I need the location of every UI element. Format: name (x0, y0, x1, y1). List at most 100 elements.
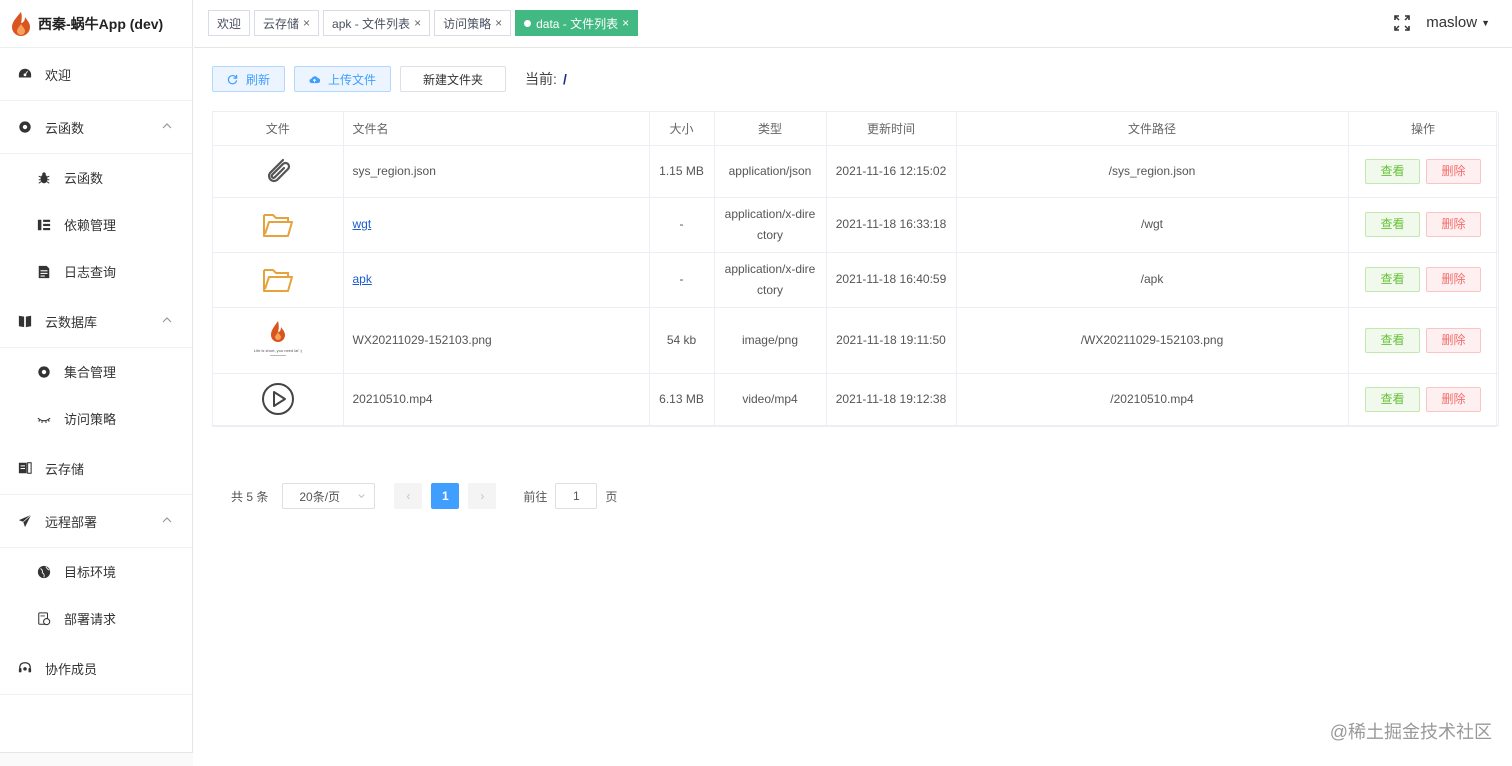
file-icon-cell[interactable] (213, 197, 344, 253)
tab-welcome[interactable]: 欢迎 (208, 10, 251, 36)
file-icon-cell[interactable] (213, 252, 344, 308)
page-number-1[interactable]: 1 (431, 483, 460, 509)
top-right-controls: maslow ▼ (1394, 14, 1490, 31)
sidebar-item-label: 协作成员 (45, 661, 98, 677)
refresh-label: 刷新 (246, 72, 271, 87)
column-header-type: 类型 (714, 112, 827, 146)
goto-page-input[interactable]: 1 (555, 483, 598, 509)
delete-button[interactable]: 删除 (1426, 158, 1481, 184)
sidebar-group-database[interactable]: 云数据库 (0, 295, 192, 348)
file-size: 6.13 MB (649, 373, 715, 426)
upload-label: 上传文件 (328, 72, 377, 87)
actions-cell: 查看 删除 (1348, 145, 1499, 198)
folder-link[interactable]: apk (353, 272, 372, 286)
file-size: - (649, 197, 715, 253)
view-button[interactable]: 查看 (1365, 158, 1420, 184)
file-size: 54 kb (649, 307, 715, 374)
page-suffix: 页 (605, 489, 618, 504)
sidebar-item-policies[interactable]: 访问策略 (0, 395, 192, 442)
page-size-select[interactable]: 20条/页 (282, 483, 376, 509)
play-icon (261, 383, 294, 415)
tab-data-files[interactable]: data - 文件列表 × (515, 10, 639, 36)
sidebar-submenu-database: 集合管理 访问策略 (0, 348, 192, 442)
file-path: /sys_region.json (956, 145, 1349, 198)
delete-button[interactable]: 删除 (1426, 327, 1481, 353)
sidebar-group-cloud-functions[interactable]: 云函数 (0, 101, 192, 154)
table-row: Life is short, you need laf :) WX2021102… (213, 307, 1499, 374)
close-icon[interactable]: × (414, 16, 421, 30)
next-page-button[interactable]: › (468, 483, 497, 509)
folder-icon (262, 268, 293, 292)
file-updated: 2021-11-18 19:11:50 (826, 307, 957, 374)
eye-closed-icon (36, 411, 52, 427)
view-button[interactable]: 查看 (1365, 212, 1420, 237)
file-table: 文件 文件名 大小 类型 更新时间 文件路径 操作 sys_region.jso… (212, 111, 1499, 427)
book-icon (17, 313, 33, 329)
close-icon[interactable]: × (303, 16, 310, 30)
new-folder-button[interactable]: 新建文件夹 (400, 66, 507, 92)
aperture-icon (36, 364, 52, 380)
file-type: application/x-directory (714, 252, 827, 308)
delete-button[interactable]: 删除 (1426, 267, 1481, 292)
view-button[interactable]: 查看 (1365, 386, 1420, 412)
actions-cell: 查看 删除 (1348, 252, 1499, 308)
sidebar-item-label: 远程部署 (45, 514, 98, 530)
actions-cell: 查看 删除 (1348, 197, 1499, 253)
file-path: /WX20211029-152103.png (956, 307, 1349, 374)
sidebar-item-label: 部署请求 (64, 612, 117, 627)
view-button[interactable]: 查看 (1365, 327, 1420, 353)
tab-label: 云存储 (263, 16, 300, 31)
tab-storage[interactable]: 云存储 × (254, 10, 320, 36)
sidebar-item-label: 日志查询 (64, 265, 117, 280)
sidebar-item-targets[interactable]: 目标环境 (0, 548, 192, 595)
sidebar-item-functions[interactable]: 云函数 (0, 154, 192, 201)
sidebar-item-label: 云数据库 (45, 314, 98, 330)
watermark: @稀土掘金技术社区 (1329, 722, 1492, 742)
refresh-icon (227, 74, 238, 84)
tab-apk-files[interactable]: apk - 文件列表 × (323, 10, 431, 36)
document-icon (36, 264, 52, 280)
sidebar-submenu-deploy: 目标环境 部署请求 (0, 548, 192, 642)
file-icon-cell (213, 373, 344, 426)
sidebar-item-members[interactable]: 协作成员 (0, 642, 192, 695)
current-path-value: / (562, 71, 567, 87)
gear-icon (17, 119, 33, 135)
close-icon[interactable]: × (495, 16, 502, 30)
caret-down-icon[interactable]: ▼ (1481, 18, 1490, 28)
file-name: wgt (343, 197, 650, 253)
image-thumbnail: Life is short, you need laf :) (254, 321, 302, 356)
folder-link[interactable]: wgt (353, 217, 372, 231)
cloud-upload-icon (309, 75, 321, 83)
table-header-row: 文件 文件名 大小 类型 更新时间 文件路径 操作 (213, 112, 1499, 146)
view-button[interactable]: 查看 (1365, 267, 1420, 292)
tab-policies[interactable]: 访问策略 × (434, 10, 512, 36)
column-header-path: 文件路径 (956, 112, 1349, 146)
refresh-button[interactable]: 刷新 (212, 66, 286, 92)
column-header-name: 文件名 (343, 112, 650, 146)
user-menu[interactable]: maslow (1426, 14, 1477, 31)
sidebar-item-label: 集合管理 (64, 365, 117, 380)
file-updated: 2021-11-18 16:40:59 (826, 252, 957, 308)
file-type: image/png (714, 307, 827, 374)
sidebar-item-collections[interactable]: 集合管理 (0, 348, 192, 395)
file-type: application/x-directory (714, 197, 827, 253)
toolbar: 刷新 上传文件 新建文件夹 当前: / (212, 66, 567, 92)
sidebar-item-storage[interactable]: 云存储 (0, 442, 192, 495)
sidebar-item-dependencies[interactable]: 依赖管理 (0, 201, 192, 248)
brand[interactable]: 西秦-蜗牛App (dev) (0, 0, 192, 48)
file-icon-cell: Life is short, you need laf :) (213, 307, 344, 374)
sidebar-item-logs[interactable]: 日志查询 (0, 248, 192, 295)
close-icon[interactable]: × (622, 16, 629, 30)
fullscreen-icon[interactable] (1394, 14, 1411, 31)
sidebar-item-requests[interactable]: 部署请求 (0, 595, 192, 642)
delete-button[interactable]: 删除 (1426, 386, 1481, 412)
prev-page-button[interactable]: ‹ (394, 483, 423, 509)
sidebar-group-deploy[interactable]: 远程部署 (0, 495, 192, 548)
upload-button[interactable]: 上传文件 (294, 66, 392, 92)
table-row: wgt - application/x-directory 2021-11-18… (213, 197, 1499, 253)
paperclip-icon (267, 158, 290, 183)
delete-button[interactable]: 删除 (1426, 212, 1481, 237)
chevron-up-icon (162, 517, 172, 523)
sidebar-item-dashboard[interactable]: 欢迎 (0, 48, 192, 101)
sidebar-item-label: 依赖管理 (64, 218, 117, 233)
